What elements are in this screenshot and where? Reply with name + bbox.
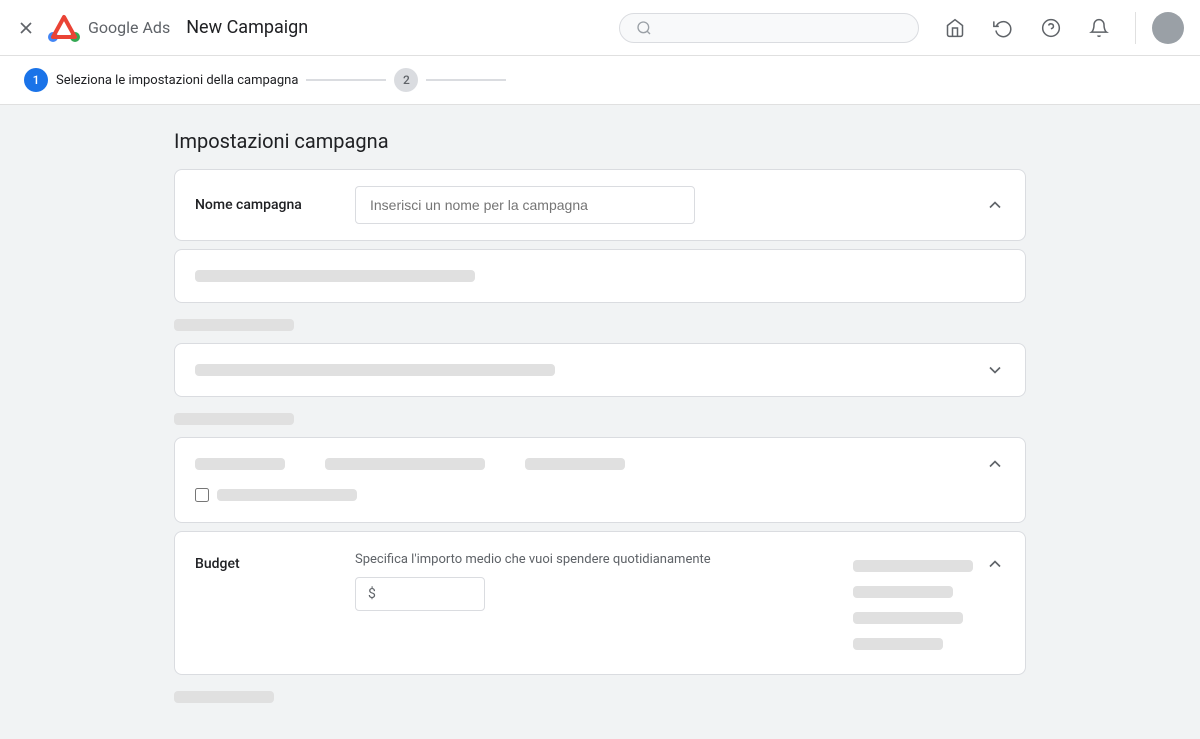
budget-side-lines: [853, 552, 973, 654]
campaign-name-label: Nome campagna: [195, 197, 355, 213]
budget-input-wrapper: $: [355, 577, 485, 611]
stepper: 1 Seleziona le impostazioni della campag…: [0, 56, 1200, 105]
avatar[interactable]: [1152, 12, 1184, 44]
collapsed-card-1: [174, 249, 1026, 303]
budget-content: Specifica l'importo medio che vuoi spend…: [355, 552, 833, 611]
step-1-circle: 1: [24, 68, 48, 92]
section-separator-2: [174, 405, 1026, 433]
collapsed-card-2-toggle[interactable]: [985, 360, 1005, 380]
header-divider: [1135, 12, 1136, 44]
campaign-name-card: Nome campagna: [174, 169, 1026, 241]
expanded-card-3: [174, 437, 1026, 523]
placeholder-line-1: [195, 270, 475, 282]
checkbox-input[interactable]: [195, 488, 209, 502]
separator-label-1: [174, 319, 294, 331]
step-line-1: [306, 79, 386, 81]
close-button[interactable]: [16, 18, 36, 38]
checkbox-row: [195, 484, 357, 506]
app-header: Google Ads New Campaign: [0, 0, 1200, 56]
section-separator-bottom: [174, 683, 1026, 711]
separator-label-bottom: [174, 691, 274, 703]
budget-card: Budget Specifica l'importo medio che vuo…: [174, 531, 1026, 675]
checkbox-label-line: [217, 489, 357, 501]
placeholder-line-2: [195, 364, 555, 376]
bell-icon-button[interactable]: [1079, 8, 1119, 48]
step-1-label: Seleziona le impostazioni della campagna: [56, 73, 298, 88]
brand-name: Google Ads: [88, 18, 170, 37]
main-content: Impostazioni campagna Nome campagna: [150, 105, 1050, 739]
help-icon-button[interactable]: [1031, 8, 1071, 48]
placeholder-3c: [525, 458, 625, 470]
section-title: Impostazioni campagna: [174, 129, 1026, 153]
step-2: 2: [394, 68, 506, 92]
budget-collapse[interactable]: [985, 552, 1005, 574]
store-icon-button[interactable]: [935, 8, 975, 48]
budget-description: Specifica l'importo medio che vuoi spend…: [355, 552, 833, 567]
placeholder-3b: [325, 458, 485, 470]
search-input[interactable]: [660, 20, 902, 36]
collapsed-card-2: [174, 343, 1026, 397]
separator-label-2: [174, 413, 294, 425]
history-icon-button[interactable]: [983, 8, 1023, 48]
page-title: New Campaign: [186, 17, 308, 38]
step-line-2: [426, 79, 506, 81]
google-ads-logo: [48, 12, 80, 44]
step-2-circle: 2: [394, 68, 418, 92]
search-bar[interactable]: [619, 13, 919, 43]
section-separator-1: [174, 311, 1026, 339]
expanded-card-3-toggle[interactable]: [985, 454, 1005, 474]
step-1: 1 Seleziona le impostazioni della campag…: [24, 68, 298, 92]
campaign-name-content: [355, 186, 985, 224]
campaign-name-input[interactable]: [355, 186, 695, 224]
campaign-name-collapse[interactable]: [985, 195, 1005, 215]
budget-label: Budget: [195, 552, 355, 572]
header-icons: [935, 8, 1184, 48]
placeholder-3a: [195, 458, 285, 470]
